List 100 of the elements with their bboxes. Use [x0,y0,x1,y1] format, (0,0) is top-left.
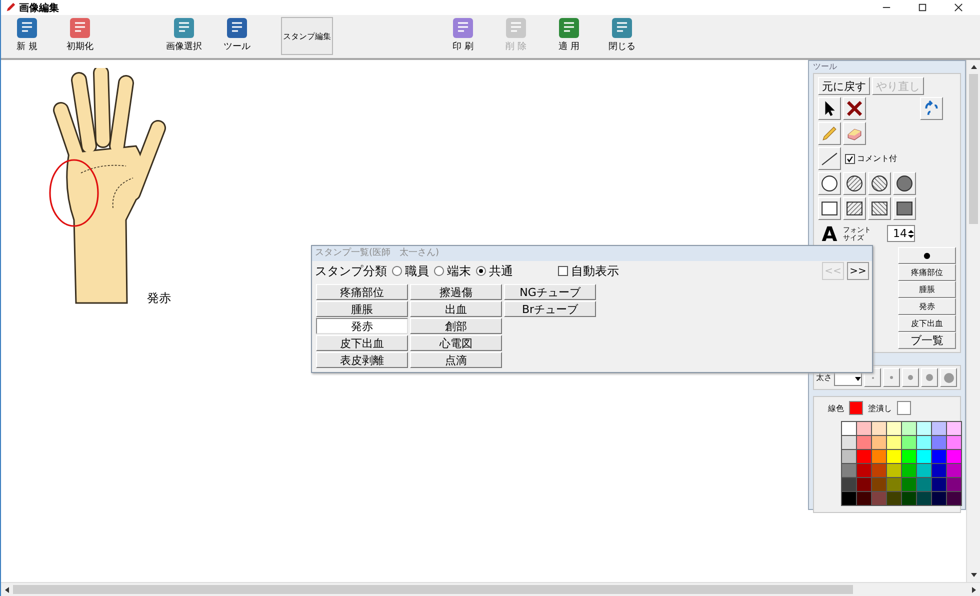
palette-color[interactable] [887,422,901,435]
font-size-spinner[interactable]: 14 [887,225,915,242]
palette-color[interactable] [872,464,886,477]
thickness-button[interactable] [940,368,957,387]
select-tool-button[interactable] [818,97,841,120]
stamp-button[interactable]: NGチューブ [504,284,596,300]
stamp-button[interactable]: 点滴 [410,352,502,368]
palette-color[interactable] [842,492,856,505]
shape-tool-button[interactable] [818,172,841,195]
palette-color[interactable] [917,450,931,463]
stamp-button[interactable]: 出血 [410,301,502,317]
shape-tool-button[interactable] [843,172,866,195]
stamp-button[interactable]: 腫脹 [316,301,408,317]
text-tool-button[interactable]: A [818,222,841,245]
palette-color[interactable] [887,478,901,491]
fill-color-swatch[interactable] [897,401,911,415]
line-tool-button[interactable] [818,147,841,170]
thickness-button[interactable] [902,368,919,387]
scroll-thumb[interactable] [969,74,978,224]
scroll-left-icon[interactable] [3,586,11,594]
stamp-button[interactable]: Brチューブ [504,301,596,317]
palette-color[interactable] [842,450,856,463]
palette-color[interactable] [842,436,856,449]
maximize-icon[interactable] [918,3,927,12]
palette-color[interactable] [917,464,931,477]
palette-color[interactable] [872,436,886,449]
palette-color[interactable] [947,492,961,505]
category-radio[interactable]: 職員 [392,262,429,280]
palette-color[interactable] [947,450,961,463]
palette-color[interactable] [872,450,886,463]
palette-color[interactable] [842,478,856,491]
palette-color[interactable] [932,492,946,505]
stamp-button[interactable]: 腫脹 [898,281,956,298]
eraser-tool-button[interactable] [843,122,866,145]
stamp-button[interactable]: 心電図 [410,335,502,351]
palette-color[interactable] [902,492,916,505]
toolbar-button[interactable]: 閉じる [600,17,644,53]
shape-tool-button[interactable] [868,197,891,220]
palette-color[interactable] [872,478,886,491]
palette-color[interactable] [932,436,946,449]
toolbar-button[interactable]: 初期化 [58,17,102,53]
toolbar-button[interactable]: ツール [215,17,259,53]
palette-color[interactable] [842,464,856,477]
stamp-button[interactable]: 創部 [410,318,502,334]
palette-color[interactable] [872,492,886,505]
pencil-tool-button[interactable] [818,122,841,145]
palette-color[interactable] [902,464,916,477]
auto-show-checkbox[interactable] [558,266,568,276]
scroll-thumb[interactable] [13,585,853,594]
palette-color[interactable] [947,436,961,449]
vertical-scrollbar[interactable] [966,60,980,582]
palette-color[interactable] [947,478,961,491]
palette-color[interactable] [932,464,946,477]
rotate-tool-button[interactable] [920,97,943,120]
palette-color[interactable] [887,464,901,477]
stamp-button[interactable]: 疼痛部位 [898,264,956,281]
close-icon[interactable] [954,3,963,12]
line-color-swatch[interactable] [849,401,863,415]
stamp-button[interactable]: 皮下出血 [898,315,956,332]
undo-button[interactable]: 元に戻す [818,77,870,95]
comment-checkbox[interactable] [845,154,855,164]
shape-tool-button[interactable] [818,197,841,220]
palette-color[interactable] [857,422,871,435]
palette-color[interactable] [902,422,916,435]
palette-color[interactable] [842,422,856,435]
toolbar-button[interactable]: 印 刷 [441,17,485,53]
palette-color[interactable] [932,450,946,463]
scroll-down-icon[interactable] [970,571,978,579]
palette-color[interactable] [887,450,901,463]
toolbar-button[interactable]: 新 規 [5,17,49,53]
stamp-button[interactable]: 発赤 [898,298,956,315]
palette-color[interactable] [917,436,931,449]
shape-tool-button[interactable] [893,172,916,195]
stamp-label[interactable]: 発赤 [147,290,171,307]
palette-color[interactable] [947,422,961,435]
palette-color[interactable] [887,492,901,505]
dot-button[interactable]: ● [898,247,956,264]
stamp-button[interactable]: 発赤 [316,318,408,334]
delete-tool-button[interactable] [843,97,866,120]
shape-tool-button[interactable] [868,172,891,195]
stamp-button[interactable]: 擦過傷 [410,284,502,300]
palette-color[interactable] [857,492,871,505]
palette-color[interactable] [857,450,871,463]
stamp-edit-button[interactable]: スタンプ編集 [281,17,333,55]
palette-color[interactable] [887,436,901,449]
palette-color[interactable] [857,464,871,477]
palette-color[interactable] [932,478,946,491]
shape-tool-button[interactable] [843,197,866,220]
category-radio[interactable]: 共通 [476,262,513,280]
scroll-right-icon[interactable] [970,586,978,594]
palette-color[interactable] [902,436,916,449]
thickness-button[interactable] [883,368,900,387]
palette-color[interactable] [947,464,961,477]
toolbar-button[interactable]: 画像選択 [162,17,206,53]
palette-color[interactable] [932,422,946,435]
scroll-up-icon[interactable] [970,63,978,71]
shape-tool-button[interactable] [893,197,916,220]
stamp-ellipse[interactable] [49,159,99,227]
palette-color[interactable] [902,478,916,491]
stamp-button[interactable]: 皮下出血 [316,335,408,351]
